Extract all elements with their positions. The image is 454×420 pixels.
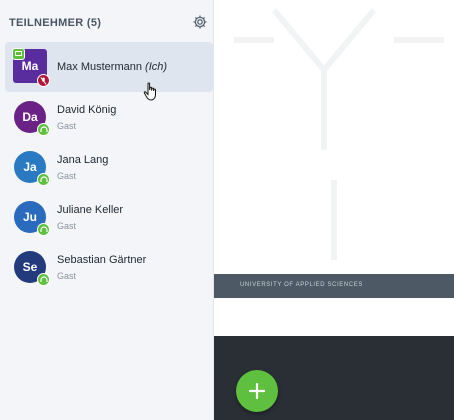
participant-row-juliane-keller[interactable]: Ju Juliane Keller Gast <box>5 192 213 242</box>
add-button[interactable] <box>236 370 278 412</box>
participant-name: Juliane Keller <box>57 204 124 216</box>
avatar-initials: Ja <box>23 160 37 174</box>
headphones-icon <box>37 123 50 136</box>
mic-muted-icon <box>37 74 50 87</box>
slide-watermark-graphic <box>234 8 444 260</box>
avatar-initials: Da <box>22 110 38 124</box>
participant-role: Gast <box>57 271 77 281</box>
headphones-icon <box>37 273 50 286</box>
slide-footer-text: UNIVERSITY OF APPLIED SCIENCES <box>240 282 363 288</box>
participant-name: David König <box>57 104 117 116</box>
participants-header: TEILNEHMER (5) <box>0 0 214 42</box>
self-indicator: (Ich) <box>145 61 168 73</box>
participants-title: TEILNEHMER (5) <box>9 17 102 29</box>
gear-icon[interactable] <box>192 14 208 30</box>
participant-role: Gast <box>57 171 77 181</box>
presentation-slide <box>214 0 454 270</box>
slide-footer-strip: UNIVERSITY OF APPLIED SCIENCES <box>214 274 454 298</box>
participant-role: Gast <box>57 121 77 131</box>
hand-cursor-icon <box>143 82 156 101</box>
participant-row-david-koenig[interactable]: Da David König Gast <box>5 92 213 142</box>
presenter-icon <box>12 48 25 60</box>
participant-name: Jana Lang <box>57 154 109 166</box>
avatar-initials: Se <box>22 260 38 274</box>
participant-role: Gast <box>57 221 77 231</box>
headphones-icon <box>37 173 50 186</box>
headphones-icon <box>37 223 50 236</box>
participant-row-sebastian-gaertner[interactable]: Se Sebastian Gärtner Gast <box>5 242 213 292</box>
avatar-initials: Ma <box>21 59 39 73</box>
participant-row-jana-lang[interactable]: Ja Jana Lang Gast <box>5 142 213 192</box>
participant-name-text: Max Mustermann <box>57 61 142 73</box>
participant-name: Sebastian Gärtner <box>57 254 147 266</box>
participant-name: Max Mustermann (Ich) <box>57 61 167 73</box>
plus-icon <box>248 382 266 400</box>
participant-row-max-mustermann[interactable]: Ma Max Mustermann (Ich) <box>5 42 213 92</box>
avatar-initials: Ju <box>22 210 37 224</box>
participants-sidebar: TEILNEHMER (5) Ma Max Mustermann (Ich) D… <box>0 0 214 420</box>
